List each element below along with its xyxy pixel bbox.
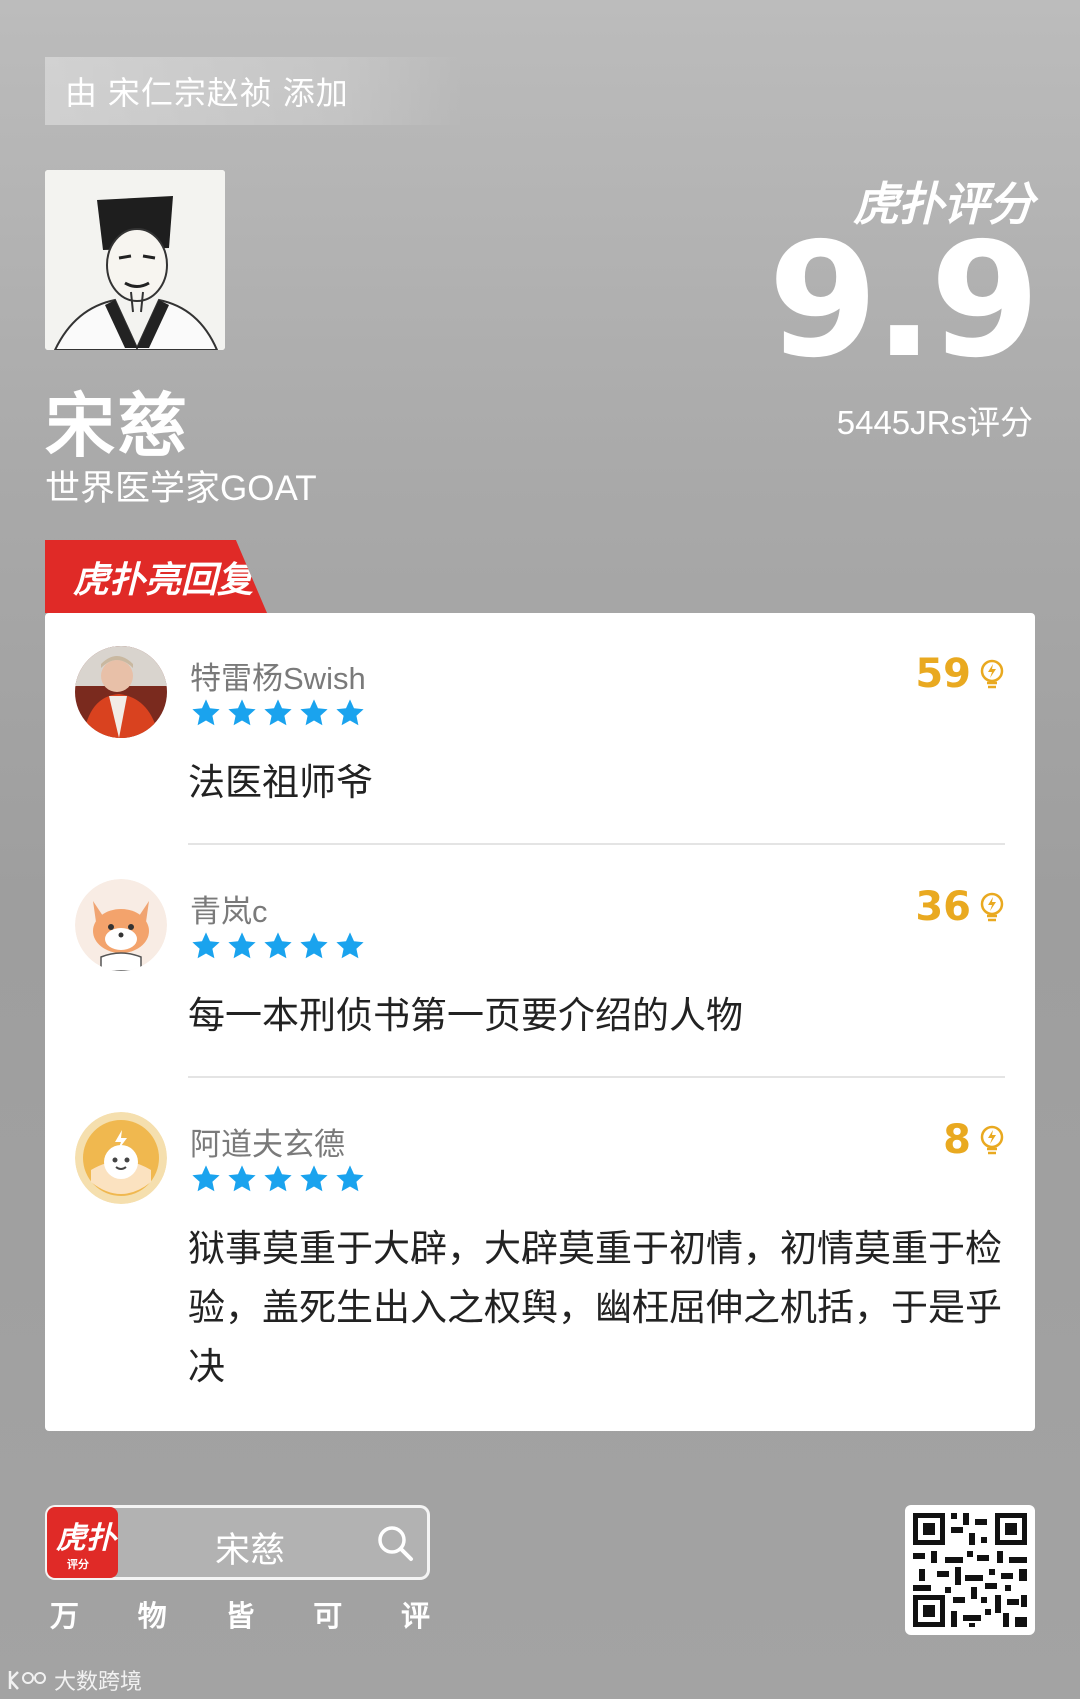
star-icon	[228, 932, 256, 959]
likes-button[interactable]: 36	[915, 884, 1007, 930]
watermark-text: 大数跨境	[54, 1669, 143, 1694]
app-icon-label: 虎扑	[56, 1521, 116, 1556]
comment-username[interactable]: 青岚c	[190, 886, 268, 931]
comments-card: 特雷杨Swish 59 法医祖师爷 青岚c 36 每一本刑侦书第一页要介绍的人物…	[45, 613, 1035, 1431]
search-icon[interactable]	[375, 1523, 415, 1563]
comment-text: 每一本刑侦书第一页要介绍的人物	[188, 995, 743, 1036]
slogan: 万 物 皆 可 评	[50, 1593, 430, 1635]
slogan-char: 万	[50, 1599, 80, 1633]
star-rating	[190, 697, 366, 729]
likes-count: 8	[943, 1117, 971, 1163]
star-icon	[264, 1165, 292, 1192]
avatar[interactable]	[75, 879, 167, 971]
slogan-char: 可	[313, 1599, 343, 1633]
star-icon	[336, 932, 364, 959]
watermark-logo-icon	[8, 1671, 46, 1690]
search-bar[interactable]: 虎扑 评分 宋慈	[45, 1505, 430, 1580]
avatar[interactable]	[75, 646, 167, 738]
lightbulb-icon	[980, 659, 1004, 689]
comment-username[interactable]: 阿道夫玄德	[190, 1119, 345, 1164]
star-icon	[264, 932, 292, 959]
comment-text: 法医祖师爷	[188, 762, 373, 803]
added-by-banner: 由 宋仁宗赵祯 添加	[45, 57, 465, 125]
avatar[interactable]	[75, 1112, 167, 1204]
lightbulb-icon	[980, 1125, 1004, 1155]
star-icon	[300, 699, 328, 726]
app-icon-sublabel: 评分	[67, 1558, 89, 1571]
star-icon	[228, 699, 256, 726]
watermark: 大数跨境	[8, 1664, 142, 1696]
comment-item: 青岚c 36 每一本刑侦书第一页要介绍的人物	[45, 846, 1035, 1078]
slogan-char: 皆	[225, 1599, 255, 1633]
portrait-image	[45, 170, 225, 350]
likes-button[interactable]: 59	[915, 651, 1007, 697]
star-icon	[300, 1165, 328, 1192]
star-icon	[192, 932, 220, 959]
comment-item: 阿道夫玄德 8 狱事莫重于大辟，大辟莫重于初情，初情莫重于检验，盖死生出入之权舆…	[45, 1079, 1035, 1431]
app-icon: 虎扑 评分	[47, 1507, 118, 1578]
star-rating	[190, 930, 366, 962]
comment-text: 狱事莫重于大辟，大辟莫重于初情，初情莫重于检验，盖死生出入之权舆，幽枉屈伸之机括…	[188, 1228, 1002, 1387]
rating-count: 5445JRs评分	[836, 404, 1033, 441]
star-rating	[190, 1163, 366, 1195]
likes-count: 36	[915, 884, 971, 930]
star-icon	[192, 699, 220, 726]
star-icon	[336, 699, 364, 726]
top-replies-tab: 虎扑亮回复	[45, 540, 267, 613]
divider	[188, 1076, 1005, 1078]
comment-username[interactable]: 特雷杨Swish	[190, 653, 366, 698]
subject-name: 宋慈	[45, 385, 189, 467]
star-icon	[192, 1165, 220, 1192]
subject-description: 世界医学家GOAT	[45, 469, 317, 508]
star-icon	[336, 1165, 364, 1192]
likes-count: 59	[915, 651, 971, 697]
search-query: 宋慈	[215, 1531, 286, 1570]
likes-button[interactable]: 8	[943, 1117, 1007, 1163]
star-icon	[228, 1165, 256, 1192]
comment-item: 特雷杨Swish 59 法医祖师爷	[45, 613, 1035, 845]
star-icon	[264, 699, 292, 726]
qr-code[interactable]	[905, 1505, 1035, 1635]
rating-score: 9.9	[768, 209, 1040, 393]
slogan-char: 评	[400, 1599, 430, 1633]
slogan-char: 物	[137, 1599, 167, 1633]
lightbulb-icon	[980, 892, 1004, 922]
star-icon	[300, 932, 328, 959]
divider	[188, 843, 1005, 845]
